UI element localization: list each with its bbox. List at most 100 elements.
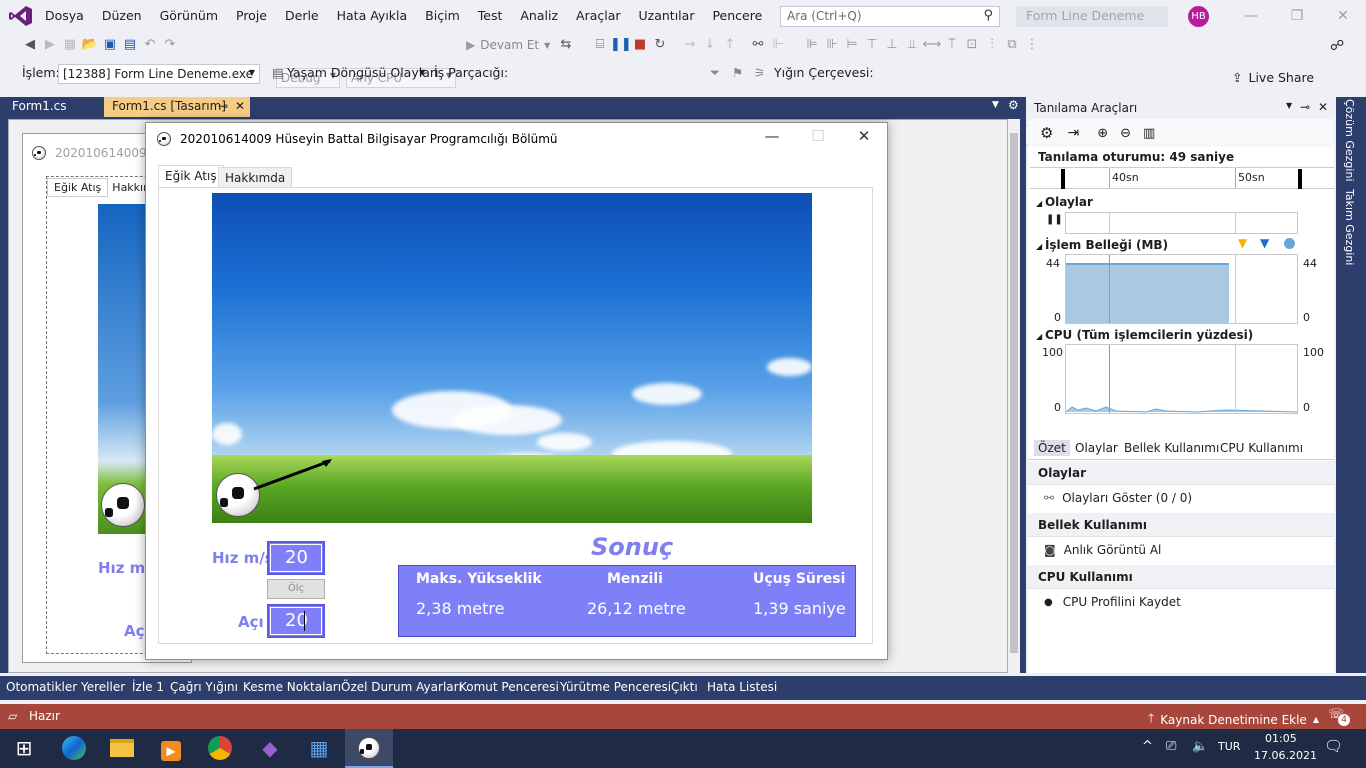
align-left-icon[interactable]: ⊫ — [802, 37, 822, 52]
menu-test[interactable]: Test — [469, 0, 512, 32]
tab-otomatikler[interactable]: Otomatikler — [6, 680, 77, 694]
memory-chart[interactable] — [1065, 254, 1298, 324]
zoom-out-icon[interactable]: ⊖ — [1120, 126, 1131, 141]
forward-icon[interactable]: ▶ — [40, 37, 60, 52]
same-size-icon[interactable]: ⊡ — [962, 37, 982, 52]
soccer-app-icon[interactable] — [345, 729, 393, 768]
take-snapshot-link[interactable]: ◙ Anlık Görüntü Al — [1044, 543, 1161, 557]
menu-araclar[interactable]: Araçlar — [567, 0, 630, 32]
tab-izle-1[interactable]: İzle 1 — [132, 680, 164, 694]
cpu-chart[interactable] — [1065, 344, 1298, 414]
settings-gear-icon[interactable]: ⚙ — [1008, 98, 1019, 112]
spacing-icon[interactable]: ⫶ — [982, 37, 1002, 52]
olc-button[interactable]: Ölç — [267, 579, 325, 599]
menu-analiz[interactable]: Analiz — [511, 0, 567, 32]
close-button[interactable]: ✕ — [841, 127, 887, 149]
tab-form1-cs[interactable]: Form1.cs — [4, 97, 75, 117]
tab-ozel-durum-ayarlari[interactable]: Özel Durum Ayarları — [341, 680, 462, 694]
tab-yereller[interactable]: Yereller — [81, 680, 125, 694]
tab-ozet[interactable]: Özet — [1034, 440, 1070, 456]
step-over-icon[interactable]: → — [680, 37, 700, 52]
export-icon[interactable]: ⇥ — [1067, 125, 1079, 141]
hiz-input[interactable]: 20 — [267, 541, 325, 575]
start-button[interactable]: ⊞ — [0, 729, 48, 768]
timeline-end-marker[interactable] — [1298, 169, 1302, 189]
back-icon[interactable]: ◀ — [20, 37, 40, 52]
menu-proje[interactable]: Proje — [227, 0, 276, 32]
pin-icon[interactable]: ⊸ — [218, 99, 228, 113]
input-language[interactable]: TUR — [1218, 740, 1240, 753]
tab-cagri-yigini[interactable]: Çağrı Yığını — [170, 680, 238, 694]
solution-explorer-tab[interactable]: Çözüm Gezgini — [1343, 99, 1356, 182]
tab-komut-penceresi[interactable]: Komut Penceresi — [459, 680, 559, 694]
tab-hata-listesi[interactable]: Hata Listesi — [707, 680, 777, 694]
runtime-form-window[interactable]: 202010614009 Hüseyin Battal Bilgisayar P… — [145, 122, 888, 660]
tab-hakkimda[interactable]: Hakkımda — [218, 167, 293, 189]
media-player-icon[interactable]: ▶ — [147, 729, 195, 768]
zoom-in-icon[interactable]: ⊕ — [1097, 126, 1108, 141]
open-icon[interactable]: 📂 — [80, 37, 100, 52]
close-icon[interactable]: ✕ — [235, 99, 245, 113]
tab-list-icon[interactable]: ▼ — [992, 100, 999, 110]
lifecycle-events-button[interactable]: Yaşam Döngüsü Olayları — [287, 65, 438, 80]
clock-date[interactable]: 17.06.2021 — [1254, 749, 1317, 762]
action-center-icon[interactable]: 🗨 — [1324, 737, 1343, 755]
source-control-button[interactable]: 🡑 Kaynak Denetimine Ekle ▲ — [1148, 709, 1319, 730]
continue-button[interactable]: ▶ Devam Et ▼ — [466, 38, 550, 52]
new-project-icon[interactable]: ▦ — [60, 37, 80, 52]
clock-time[interactable]: 01:05 — [1265, 732, 1297, 745]
events-track[interactable] — [1065, 212, 1298, 234]
tab-kesme-noktalari[interactable]: Kesme Noktaları — [243, 680, 341, 694]
stop-icon[interactable]: ■ — [630, 37, 650, 52]
tab-olaylar[interactable]: Olaylar — [1075, 441, 1118, 455]
camera-icon[interactable]: ⌸ — [590, 37, 610, 52]
restart-icon[interactable]: ↻ — [650, 37, 670, 52]
step-out-icon[interactable]: ↑ — [720, 37, 740, 52]
chrome-icon[interactable] — [196, 729, 244, 768]
align-top-icon[interactable]: ⊤ — [862, 37, 882, 52]
pause-icon[interactable]: ❚❚ — [610, 37, 632, 52]
designer-scrollbar[interactable] — [1008, 119, 1020, 673]
visual-studio-logo-icon[interactable] — [8, 4, 34, 28]
designer-tab-egik-atis[interactable]: Eğik Atış — [47, 177, 109, 197]
menu-gorunum[interactable]: Görünüm — [151, 0, 227, 32]
hot-reload-icon[interactable]: ⚯ — [748, 37, 768, 52]
align-middle-icon[interactable]: ⊥ — [882, 37, 902, 52]
maximize-button[interactable]: ❐ — [1274, 0, 1320, 32]
breakpoint-icon[interactable]: ⊩ — [768, 37, 788, 52]
tab-form1-designer[interactable]: Form1.cs [Tasarım] ⊸ ✕ — [104, 97, 250, 117]
tab-cikti[interactable]: Çıktı — [671, 680, 698, 694]
menu-pencere[interactable]: Pencere — [703, 0, 771, 32]
redo-icon[interactable]: ↷ — [160, 37, 180, 52]
volume-icon[interactable]: 🔈 — [1192, 739, 1208, 754]
menu-uzantilar[interactable]: Uzantılar — [630, 0, 704, 32]
aci-input[interactable]: 20 — [267, 604, 325, 638]
close-icon[interactable]: ✕ — [1318, 100, 1328, 114]
timeline-start-marker[interactable] — [1061, 169, 1065, 189]
feedback-icon[interactable]: ☍ — [1330, 38, 1344, 54]
minimize-button[interactable]: — — [749, 127, 795, 149]
team-explorer-tab[interactable]: Takım Gezgini — [1343, 189, 1356, 265]
menu-hata-ayikla[interactable]: Hata Ayıkla — [328, 0, 417, 32]
avatar[interactable]: HB — [1188, 6, 1209, 27]
tab-bellek-kullanimi[interactable]: Bellek Kullanımı — [1124, 441, 1219, 455]
align-bottom-icon[interactable]: ⫫ — [902, 37, 922, 52]
same-width-icon[interactable]: ⟷ — [922, 37, 942, 52]
tab-egik-atis[interactable]: Eğik Atış — [158, 165, 224, 189]
show-hidden-icons-icon[interactable]: ^ — [1142, 739, 1153, 754]
save-icon[interactable]: ▣ — [100, 37, 120, 52]
flag-icon[interactable]: ⚑ — [732, 65, 743, 80]
align-right-icon[interactable]: ⊨ — [842, 37, 862, 52]
timeline-ruler[interactable]: 40sn 50sn — [1030, 167, 1334, 189]
filter-icon[interactable]: ⏷ — [710, 65, 720, 81]
chart-icon[interactable]: ▥ — [1143, 126, 1155, 141]
settings-icon[interactable]: ⚙ — [1040, 124, 1053, 142]
minimize-button[interactable]: — — [1228, 0, 1274, 32]
chevron-down-icon[interactable]: ▼ — [1286, 101, 1292, 110]
edge-icon[interactable] — [50, 729, 98, 768]
tab-yurutme-penceresi[interactable]: Yürütme Penceresi — [560, 680, 671, 694]
show-events-link[interactable]: ⚯ Olayları Göster (0 / 0) — [1044, 491, 1192, 505]
scrollbar-thumb[interactable] — [1010, 133, 1018, 653]
visual-studio-icon[interactable]: ◆ — [246, 729, 294, 768]
align-center-icon[interactable]: ⊪ — [822, 37, 842, 52]
